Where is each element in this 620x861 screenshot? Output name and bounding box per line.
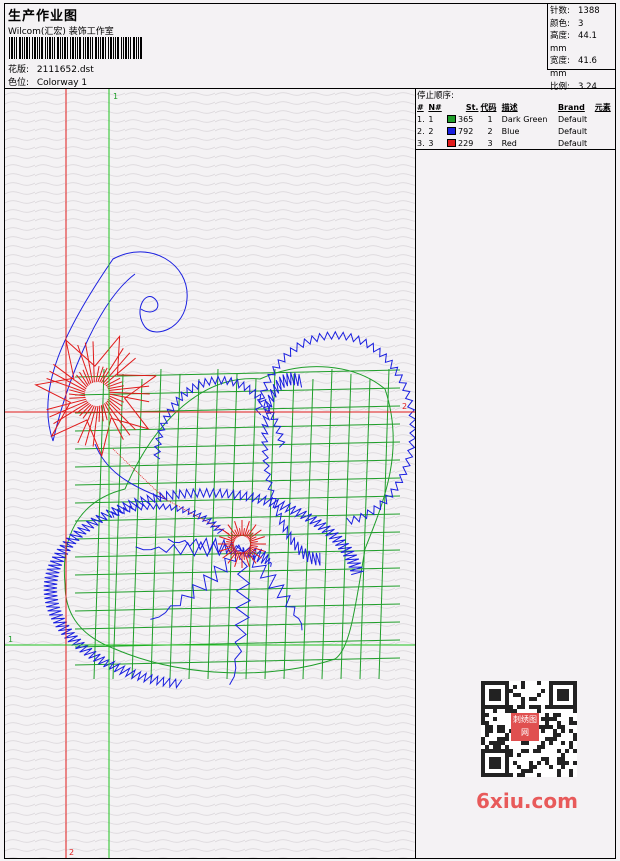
table-row[interactable]: 3. 3 229 3 Red Default (416, 137, 615, 150)
design-file-value: 2111652.dst (36, 65, 94, 75)
col-description: 描述 (501, 102, 518, 112)
left-guide-marker: 1 (8, 635, 13, 644)
seal-stamp: 刺绣图网 (511, 713, 539, 741)
design-canvas[interactable]: 1 2 1 2 (5, 89, 415, 858)
page-title: 生产作业图 (8, 9, 79, 24)
stop-sequence-title: 停止顺序: (417, 91, 454, 101)
stat-stitches: 针数: 1388 (550, 6, 600, 16)
embroidery-design: 1 2 1 2 (5, 89, 415, 858)
thread-table-header: # N# St. 代码 描述 Brand 元素 (416, 101, 615, 113)
col-number: N# (428, 102, 442, 112)
top-guide-marker: 1 (113, 92, 118, 101)
col-code: 代码 (480, 102, 497, 112)
sheet-header: 生产作业图 Wilcom(汇宏) 装饰工作室 花版: 2111652.dst 色… (5, 4, 615, 92)
col-index: # (417, 102, 424, 112)
colorway-label: 色位: (8, 78, 30, 88)
design-stats: 针数: 1388 颜色: 3 高度: 44.1 mm 宽度: 41.6 mm 比例: 3.… (547, 4, 615, 92)
stat-colors: 颜色: 3 (550, 18, 584, 29)
design-file-row: 花版: 2111652.dst (8, 62, 94, 75)
stat-width: 宽度: 41.6 mm (550, 56, 597, 79)
color-swatch (446, 139, 456, 147)
col-stitches: St. (465, 102, 479, 112)
barcode-icon (9, 37, 142, 59)
table-row[interactable]: 2. 2 792 2 Blue Default (416, 125, 615, 137)
production-sheet: 生产作业图 Wilcom(汇宏) 装饰工作室 花版: 2111652.dst 色… (4, 3, 616, 859)
design-file-label: 花版: (8, 65, 30, 75)
table-row[interactable]: 1. 1 365 1 Dark Green Default (416, 113, 615, 125)
colorway-row: 色位: Colorway 1 (8, 75, 87, 88)
company-name: Wilcom(汇宏) 装饰工作室 (8, 27, 114, 37)
col-brand: Brand (557, 102, 585, 112)
right-guide-marker: 2 (402, 402, 407, 411)
stat-height: 高度: 44.1 mm (550, 31, 597, 54)
color-swatch (446, 115, 456, 123)
thread-table: # N# St. 代码 描述 Brand 元素 1. 1 365 1 Dark … (416, 101, 615, 150)
bottom-guide-marker: 2 (69, 848, 74, 857)
watermark: 刺绣图网 6xiu.com (471, 681, 583, 821)
stop-sequence-panel: 停止顺序: # N# St. 代码 描述 Brand 元素 1. 1 365 1… (415, 89, 615, 858)
color-swatch (446, 127, 456, 135)
colorway-value: Colorway 1 (36, 78, 88, 88)
watermark-text: 6xiu.com (476, 789, 578, 813)
col-element: 元素 (594, 102, 611, 112)
